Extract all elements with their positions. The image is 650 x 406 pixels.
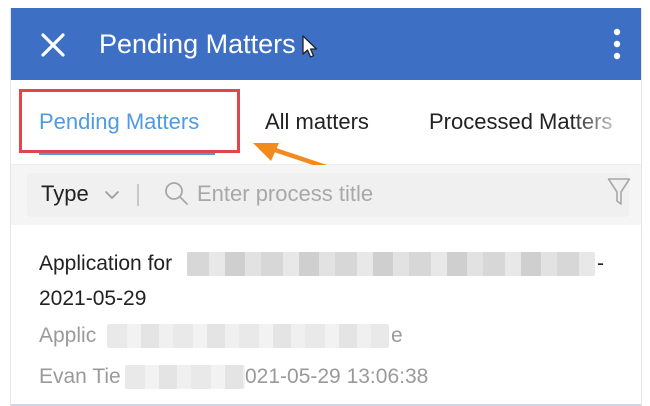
- app-bar: Pending Matters: [11, 8, 641, 80]
- search-input[interactable]: [197, 178, 577, 210]
- item-subtitle-tail: e: [391, 324, 403, 347]
- item-submitter: Evan Tie: [39, 365, 121, 388]
- item-title: Application for: [39, 252, 173, 275]
- page-title: Pending Matters: [99, 29, 296, 59]
- filter-divider: [137, 184, 139, 206]
- highlight-box: [19, 89, 240, 153]
- item-timestamp: 021-05-29 13:06:38: [245, 365, 429, 388]
- tab-bar: Pending Matters All matters Processed Ma…: [11, 80, 641, 177]
- redacted-text: [187, 252, 595, 276]
- close-icon[interactable]: [38, 30, 68, 60]
- type-dropdown[interactable]: Type: [41, 180, 89, 208]
- filter-icon[interactable]: [607, 177, 631, 207]
- item-subtitle: Applic: [39, 324, 97, 347]
- item-date: 2021-05-29: [39, 287, 147, 310]
- tab-processed-matters[interactable]: Processed Matters: [429, 108, 612, 136]
- redacted-text: [125, 365, 245, 389]
- cursor-icon: [302, 35, 318, 58]
- list-item[interactable]: Application for - 2021-05-29 Applic e Ev…: [11, 226, 641, 406]
- tab-all-matters[interactable]: All matters: [265, 108, 369, 136]
- more-vertical-icon[interactable]: [611, 26, 623, 62]
- chevron-down-icon[interactable]: [105, 190, 119, 200]
- redacted-text: [107, 324, 389, 348]
- search-icon: [165, 182, 188, 205]
- app-screen: Pending Matters Pending Matters All matt…: [10, 8, 642, 406]
- item-title-suffix: -: [597, 252, 604, 275]
